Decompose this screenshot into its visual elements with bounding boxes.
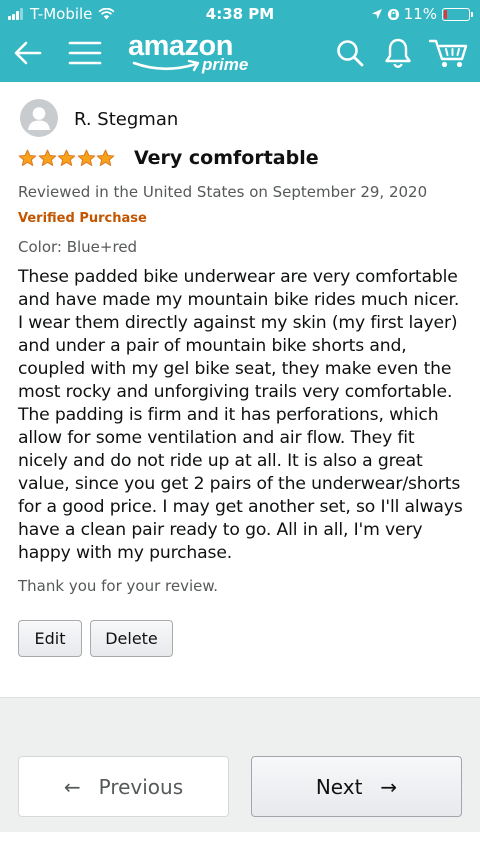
back-arrow-icon[interactable] bbox=[12, 39, 44, 67]
battery-icon bbox=[442, 7, 473, 21]
reviewer-name[interactable]: R. Stegman bbox=[74, 109, 178, 130]
delete-button[interactable]: Delete bbox=[90, 620, 173, 657]
previous-button[interactable]: ← Previous bbox=[18, 756, 229, 817]
orientation-lock-icon bbox=[387, 8, 399, 20]
arrow-left-icon: ← bbox=[63, 774, 81, 799]
cart-icon[interactable] bbox=[428, 37, 470, 69]
star-icon bbox=[77, 149, 95, 167]
pagination-area: ← Previous Next → bbox=[0, 697, 480, 832]
star-icon bbox=[57, 149, 76, 167]
review-date: Reviewed in the United States on Septemb… bbox=[18, 183, 428, 201]
next-button[interactable]: Next → bbox=[251, 756, 462, 817]
battery-level-fill bbox=[444, 9, 447, 19]
star-icon bbox=[18, 149, 37, 167]
product-variant: Color: Blue+red bbox=[18, 238, 138, 256]
star-icon bbox=[96, 149, 115, 167]
star-icon bbox=[38, 149, 56, 167]
review-body: These padded bike underwear are very com… bbox=[18, 267, 463, 563]
location-arrow-icon bbox=[371, 9, 382, 19]
battery-percent: 11% bbox=[403, 5, 437, 23]
thank-you-message: Thank you for your review. bbox=[18, 577, 219, 595]
arrow-right-icon: → bbox=[380, 774, 398, 799]
status-right: 11% bbox=[371, 5, 473, 23]
brand-prime-label: prime bbox=[202, 55, 249, 74]
next-label: Next bbox=[315, 774, 363, 799]
verified-purchase-badge: Verified Purchase bbox=[18, 211, 147, 226]
app-bar: amazon prime bbox=[0, 28, 480, 82]
notifications-bell-icon[interactable] bbox=[384, 37, 412, 69]
hamburger-menu-icon[interactable] bbox=[68, 39, 102, 67]
search-icon[interactable] bbox=[335, 38, 365, 68]
top-header: T-Mobile 4:38 PM 11% amazon prime bbox=[0, 0, 480, 82]
amazon-prime-logo[interactable]: amazon prime bbox=[128, 30, 258, 76]
smile-arrow-icon bbox=[132, 59, 200, 72]
reviewer-avatar bbox=[20, 99, 58, 137]
previous-label: Previous bbox=[98, 774, 184, 799]
edit-button[interactable]: Edit bbox=[18, 620, 82, 657]
star-rating bbox=[18, 149, 116, 167]
review-title: Very comfortable bbox=[134, 147, 319, 169]
status-bar: T-Mobile 4:38 PM 11% bbox=[0, 0, 480, 28]
